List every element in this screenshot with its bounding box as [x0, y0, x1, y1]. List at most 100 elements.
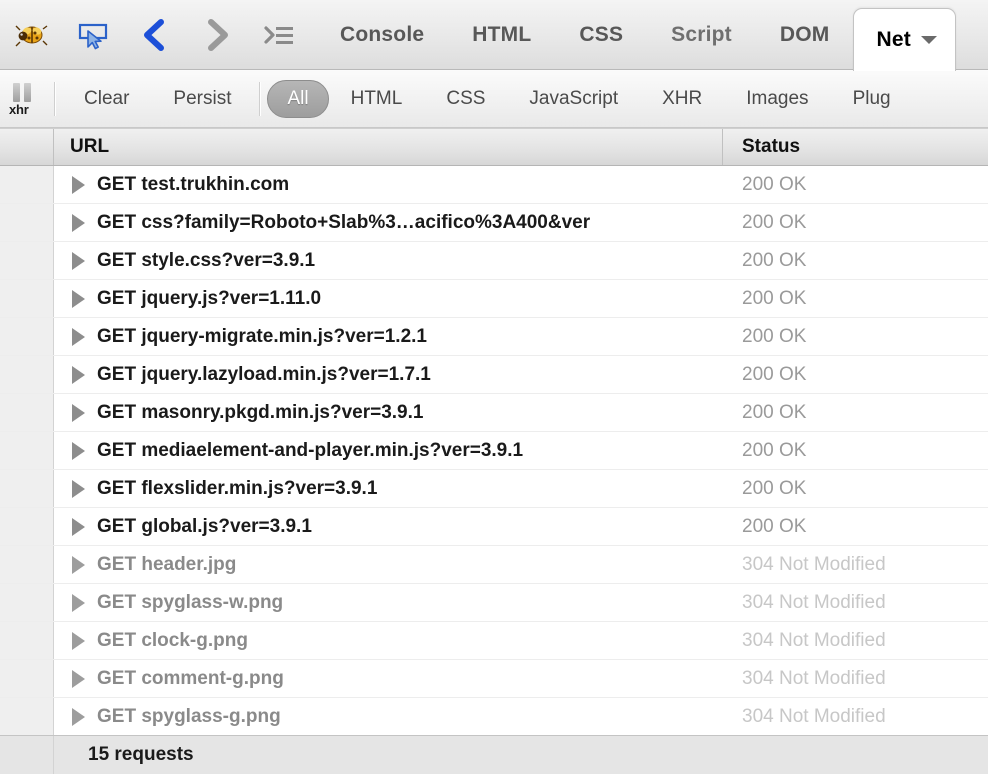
- tab-html-label: HTML: [472, 23, 531, 47]
- tab-css-label: CSS: [579, 23, 623, 47]
- row-url-cell[interactable]: GET jquery.lazyload.min.js?ver=1.7.1: [54, 356, 723, 393]
- row-url-label: GET jquery-migrate.min.js?ver=1.2.1: [97, 326, 427, 348]
- expand-triangle-icon[interactable]: [72, 594, 85, 612]
- tab-html[interactable]: HTML: [448, 0, 555, 69]
- table-row[interactable]: GET header.jpg304 Not Modified: [0, 546, 988, 584]
- column-header-url[interactable]: URL: [54, 129, 723, 165]
- row-status-label: 200 OK: [723, 204, 988, 241]
- row-gutter: [0, 546, 54, 583]
- table-row[interactable]: GET style.css?ver=3.9.1200 OK: [0, 242, 988, 280]
- expand-triangle-icon[interactable]: [72, 290, 85, 308]
- row-status-label: 200 OK: [723, 318, 988, 355]
- expand-triangle-icon[interactable]: [72, 252, 85, 270]
- expand-triangle-icon[interactable]: [72, 404, 85, 422]
- firebug-window: Console HTML CSS Script DOM Net: [0, 0, 988, 774]
- tab-console[interactable]: Console: [316, 0, 448, 69]
- tab-net[interactable]: Net: [853, 8, 955, 71]
- expand-triangle-icon[interactable]: [72, 328, 85, 346]
- filter-css[interactable]: CSS: [424, 80, 507, 118]
- xhr-button-label: xhr: [9, 102, 29, 117]
- persist-button[interactable]: Persist: [151, 80, 253, 118]
- xhr-breakpoint-button[interactable]: xhr: [0, 70, 48, 128]
- table-row[interactable]: GET spyglass-g.png304 Not Modified: [0, 698, 988, 735]
- table-row[interactable]: GET test.trukhin.com200 OK: [0, 166, 988, 204]
- table-row[interactable]: GET jquery.js?ver=1.11.0200 OK: [0, 280, 988, 318]
- tab-css[interactable]: CSS: [555, 0, 647, 69]
- row-url-cell[interactable]: GET style.css?ver=3.9.1: [54, 242, 723, 279]
- clear-button-label: Clear: [84, 88, 129, 110]
- panel-tab-list: Console HTML CSS Script DOM Net: [316, 0, 988, 69]
- row-status-label: 200 OK: [723, 432, 988, 469]
- row-gutter: [0, 204, 54, 241]
- row-url-cell[interactable]: GET flexslider.min.js?ver=3.9.1: [54, 470, 723, 507]
- filter-html[interactable]: HTML: [329, 80, 425, 118]
- clear-button[interactable]: Clear: [62, 80, 151, 118]
- table-row[interactable]: GET clock-g.png304 Not Modified: [0, 622, 988, 660]
- expand-triangle-icon[interactable]: [72, 214, 85, 232]
- firebug-logo-icon[interactable]: [0, 0, 62, 70]
- row-url-label: GET global.js?ver=3.9.1: [97, 516, 312, 538]
- row-url-cell[interactable]: GET clock-g.png: [54, 622, 723, 659]
- row-url-cell[interactable]: GET jquery-migrate.min.js?ver=1.2.1: [54, 318, 723, 355]
- row-url-cell[interactable]: GET test.trukhin.com: [54, 166, 723, 203]
- row-url-cell[interactable]: GET jquery.js?ver=1.11.0: [54, 280, 723, 317]
- row-status-label: 304 Not Modified: [723, 584, 988, 621]
- persist-button-label: Persist: [173, 88, 231, 110]
- row-url-cell[interactable]: GET mediaelement-and-player.min.js?ver=3…: [54, 432, 723, 469]
- expand-triangle-icon[interactable]: [72, 366, 85, 384]
- expand-triangle-icon[interactable]: [72, 442, 85, 460]
- firebug-panel-tabbar: Console HTML CSS Script DOM Net: [0, 0, 988, 70]
- tab-dom[interactable]: DOM: [756, 0, 854, 69]
- row-url-cell[interactable]: GET comment-g.png: [54, 660, 723, 697]
- expand-triangle-icon[interactable]: [72, 176, 85, 194]
- filter-plugins-label: Plug: [853, 88, 891, 110]
- column-header-status[interactable]: Status: [723, 129, 988, 165]
- row-url-cell[interactable]: GET spyglass-w.png: [54, 584, 723, 621]
- filter-all[interactable]: All: [267, 80, 328, 118]
- filter-images[interactable]: Images: [724, 80, 830, 118]
- back-arrow-icon[interactable]: [124, 0, 186, 70]
- net-options-toolbar: xhr Clear Persist All HTML CSS JavaScrip…: [0, 70, 988, 128]
- net-table-header: URL Status: [0, 128, 988, 166]
- expand-triangle-icon[interactable]: [72, 632, 85, 650]
- table-row[interactable]: GET flexslider.min.js?ver=3.9.1200 OK: [0, 470, 988, 508]
- row-url-cell[interactable]: GET header.jpg: [54, 546, 723, 583]
- row-url-cell[interactable]: GET global.js?ver=3.9.1: [54, 508, 723, 545]
- table-row[interactable]: GET css?family=Roboto+Slab%3…acifico%3A4…: [0, 204, 988, 242]
- row-gutter: [0, 698, 54, 735]
- column-header-gutter: [0, 129, 54, 165]
- row-url-cell[interactable]: GET masonry.pkgd.min.js?ver=3.9.1: [54, 394, 723, 431]
- quick-info-icon[interactable]: [248, 0, 310, 70]
- expand-triangle-icon[interactable]: [72, 518, 85, 536]
- row-url-label: GET jquery.lazyload.min.js?ver=1.7.1: [97, 364, 431, 386]
- table-row[interactable]: GET masonry.pkgd.min.js?ver=3.9.1200 OK: [0, 394, 988, 432]
- expand-triangle-icon[interactable]: [72, 670, 85, 688]
- tab-script[interactable]: Script: [647, 0, 756, 69]
- net-request-table: URL Status GET test.trukhin.com200 OKGET…: [0, 128, 988, 774]
- table-row[interactable]: GET global.js?ver=3.9.1200 OK: [0, 508, 988, 546]
- filter-xhr[interactable]: XHR: [640, 80, 724, 118]
- table-row[interactable]: GET mediaelement-and-player.min.js?ver=3…: [0, 432, 988, 470]
- filter-plugins[interactable]: Plug: [831, 80, 891, 118]
- filter-images-label: Images: [746, 88, 808, 110]
- row-url-label: GET css?family=Roboto+Slab%3…acifico%3A4…: [97, 212, 590, 234]
- table-row[interactable]: GET jquery-migrate.min.js?ver=1.2.1 200 O…: [0, 318, 988, 356]
- row-status-label: 200 OK: [723, 470, 988, 507]
- request-count-label: 15 requests: [54, 744, 194, 766]
- forward-arrow-icon[interactable]: [186, 0, 248, 70]
- table-row[interactable]: GET spyglass-w.png304 Not Modified: [0, 584, 988, 622]
- row-url-cell[interactable]: GET spyglass-g.png: [54, 698, 723, 735]
- inspect-element-icon[interactable]: [62, 0, 124, 70]
- expand-triangle-icon[interactable]: [72, 708, 85, 726]
- table-row[interactable]: GET jquery.lazyload.min.js?ver=1.7.1200 …: [0, 356, 988, 394]
- row-gutter: [0, 584, 54, 621]
- row-url-label: GET masonry.pkgd.min.js?ver=3.9.1: [97, 402, 423, 424]
- row-url-label: GET jquery.js?ver=1.11.0: [97, 288, 321, 310]
- footer-gutter: [0, 736, 54, 774]
- chevron-down-icon[interactable]: [921, 36, 937, 44]
- row-url-cell[interactable]: GET css?family=Roboto+Slab%3…acifico%3A4…: [54, 204, 723, 241]
- expand-triangle-icon[interactable]: [72, 480, 85, 498]
- table-row[interactable]: GET comment-g.png304 Not Modified: [0, 660, 988, 698]
- expand-triangle-icon[interactable]: [72, 556, 85, 574]
- filter-javascript[interactable]: JavaScript: [507, 80, 640, 118]
